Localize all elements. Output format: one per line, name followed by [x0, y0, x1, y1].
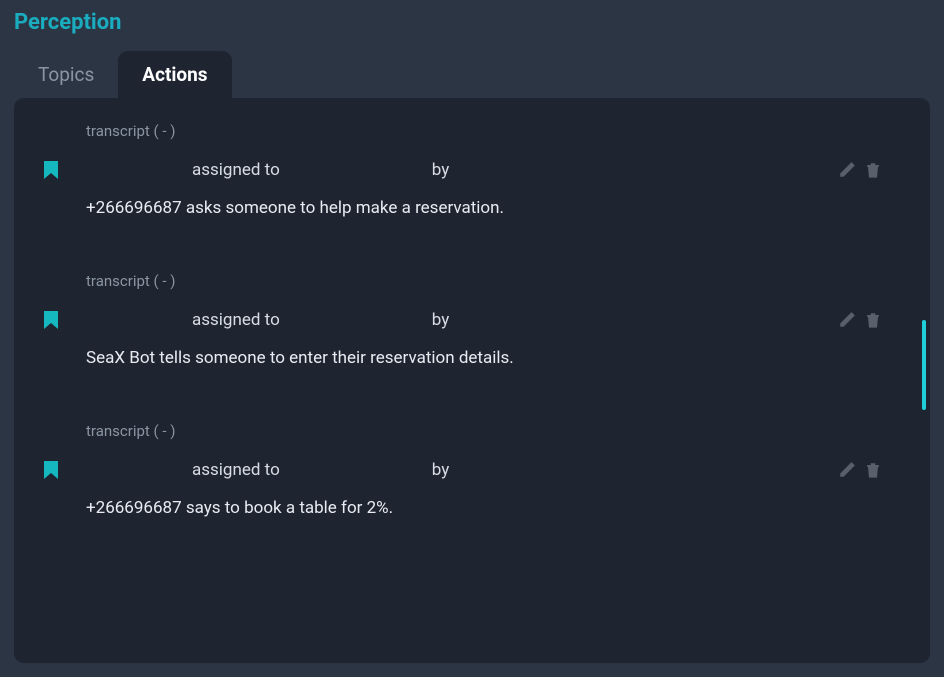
- page-title: Perception: [14, 10, 930, 35]
- actions-panel: transcript ( - ) assigned to by +2666966…: [14, 98, 930, 663]
- transcript-label: transcript ( - ): [86, 272, 900, 290]
- action-item: transcript ( - ) assigned to by +2666966…: [14, 408, 930, 558]
- scrollbar-thumb[interactable]: [922, 320, 926, 410]
- action-description: SeaX Bot tells someone to enter their re…: [86, 348, 900, 368]
- action-line: assigned to by: [44, 160, 900, 180]
- transcript-label: transcript ( - ): [86, 122, 900, 140]
- bookmark-icon[interactable]: [44, 461, 58, 479]
- tabs-bar: Topics Actions: [14, 51, 930, 98]
- assigned-to-label: assigned to: [192, 460, 280, 480]
- delete-icon[interactable]: [864, 161, 882, 179]
- action-item: transcript ( - ) assigned to by SeaX Bot…: [14, 258, 930, 408]
- row-actions: [838, 461, 882, 479]
- by-label: by: [432, 160, 450, 180]
- tab-actions[interactable]: Actions: [118, 51, 231, 98]
- delete-icon[interactable]: [864, 461, 882, 479]
- action-line: assigned to by: [44, 460, 900, 480]
- delete-icon[interactable]: [864, 311, 882, 329]
- by-label: by: [432, 310, 450, 330]
- assigned-to-label: assigned to: [192, 310, 280, 330]
- bookmark-icon[interactable]: [44, 311, 58, 329]
- transcript-label: transcript ( - ): [86, 422, 900, 440]
- action-line: assigned to by: [44, 310, 900, 330]
- tab-topics[interactable]: Topics: [14, 51, 118, 98]
- assigned-to-label: assigned to: [192, 160, 280, 180]
- row-actions: [838, 311, 882, 329]
- action-description: +266696687 says to book a table for 2%.: [86, 498, 900, 518]
- action-item: transcript ( - ) assigned to by +2666966…: [14, 108, 930, 258]
- action-description: +266696687 asks someone to help make a r…: [86, 198, 900, 218]
- edit-icon[interactable]: [838, 311, 856, 329]
- by-label: by: [432, 460, 450, 480]
- row-actions: [838, 161, 882, 179]
- bookmark-icon[interactable]: [44, 161, 58, 179]
- edit-icon[interactable]: [838, 161, 856, 179]
- edit-icon[interactable]: [838, 461, 856, 479]
